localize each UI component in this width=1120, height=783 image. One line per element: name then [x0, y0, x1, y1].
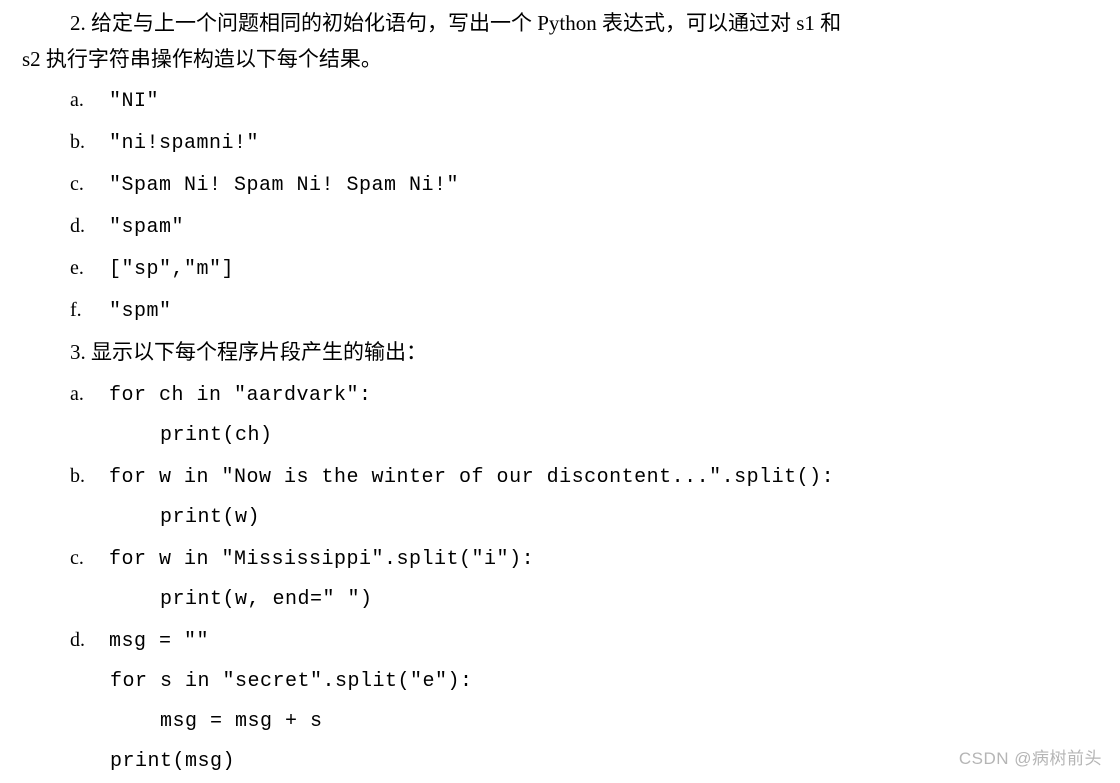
q3-item-a: a. for ch in "aardvark": [0, 379, 1120, 411]
item-code: "spm" [109, 300, 172, 323]
q2-item-b: b. "ni!spamni!" [0, 127, 1120, 159]
code-line: for w in "Now is the winter of our disco… [109, 466, 834, 489]
code-text: msg = msg + s [160, 710, 323, 733]
watermark-text: CSDN @病树前头 [959, 749, 1102, 768]
text: 3. 显示以下每个程序片段产生的输出： [70, 340, 427, 364]
q3-b-line2: print(w) [0, 503, 1120, 533]
q3-d-line4: print(msg) [0, 747, 1120, 777]
code-text: for s in "secret".split("e"): [110, 670, 473, 693]
q3-c-line2: print(w, end=" ") [0, 585, 1120, 615]
code-line: for ch in "aardvark": [109, 384, 372, 407]
text: 2. 给定与上一个问题相同的初始化语句，写出一个 Python 表达式，可以通过… [70, 11, 841, 35]
q3-item-c: c. for w in "Mississippi".split("i"): [0, 543, 1120, 575]
question-3-intro: 3. 显示以下每个程序片段产生的输出： [0, 337, 1120, 369]
question-2-intro-line2: s2 执行字符串操作构造以下每个结果。 [0, 44, 1120, 76]
item-label: a. [70, 85, 104, 115]
item-code: "spam" [109, 216, 184, 239]
text: s2 执行字符串操作构造以下每个结果。 [22, 47, 382, 71]
item-code: "Spam Ni! Spam Ni! Spam Ni!" [109, 174, 459, 197]
item-label: b. [70, 461, 104, 491]
watermark: CSDN @病树前头 [959, 744, 1102, 769]
code-text: print(w, end=" ") [160, 588, 373, 611]
question-2-intro-line1: 2. 给定与上一个问题相同的初始化语句，写出一个 Python 表达式，可以通过… [0, 8, 1120, 40]
q3-item-b: b. for w in "Now is the winter of our di… [0, 461, 1120, 493]
item-code: ["sp","m"] [109, 258, 234, 281]
q3-item-d: d. msg = "" [0, 625, 1120, 657]
q2-item-f: f. "spm" [0, 295, 1120, 327]
item-label: f. [70, 295, 104, 325]
code-line: msg = "" [109, 630, 209, 653]
q2-item-a: a. "NI" [0, 85, 1120, 117]
item-label: c. [70, 543, 104, 573]
code-text: print(ch) [160, 424, 273, 447]
code-text: print(msg) [110, 750, 235, 773]
q3-a-line2: print(ch) [0, 421, 1120, 451]
item-code: "NI" [109, 90, 159, 113]
item-label: b. [70, 127, 104, 157]
q2-item-e: e. ["sp","m"] [0, 253, 1120, 285]
q2-item-d: d. "spam" [0, 211, 1120, 243]
code-text: print(w) [160, 506, 260, 529]
q3-d-line3: msg = msg + s [0, 707, 1120, 737]
item-label: d. [70, 211, 104, 241]
item-label: e. [70, 253, 104, 283]
q3-d-line2: for s in "secret".split("e"): [0, 667, 1120, 697]
item-code: "ni!spamni!" [109, 132, 259, 155]
code-line: for w in "Mississippi".split("i"): [109, 548, 534, 571]
item-label: a. [70, 379, 104, 409]
q2-item-c: c. "Spam Ni! Spam Ni! Spam Ni!" [0, 169, 1120, 201]
item-label: d. [70, 625, 104, 655]
item-label: c. [70, 169, 104, 199]
